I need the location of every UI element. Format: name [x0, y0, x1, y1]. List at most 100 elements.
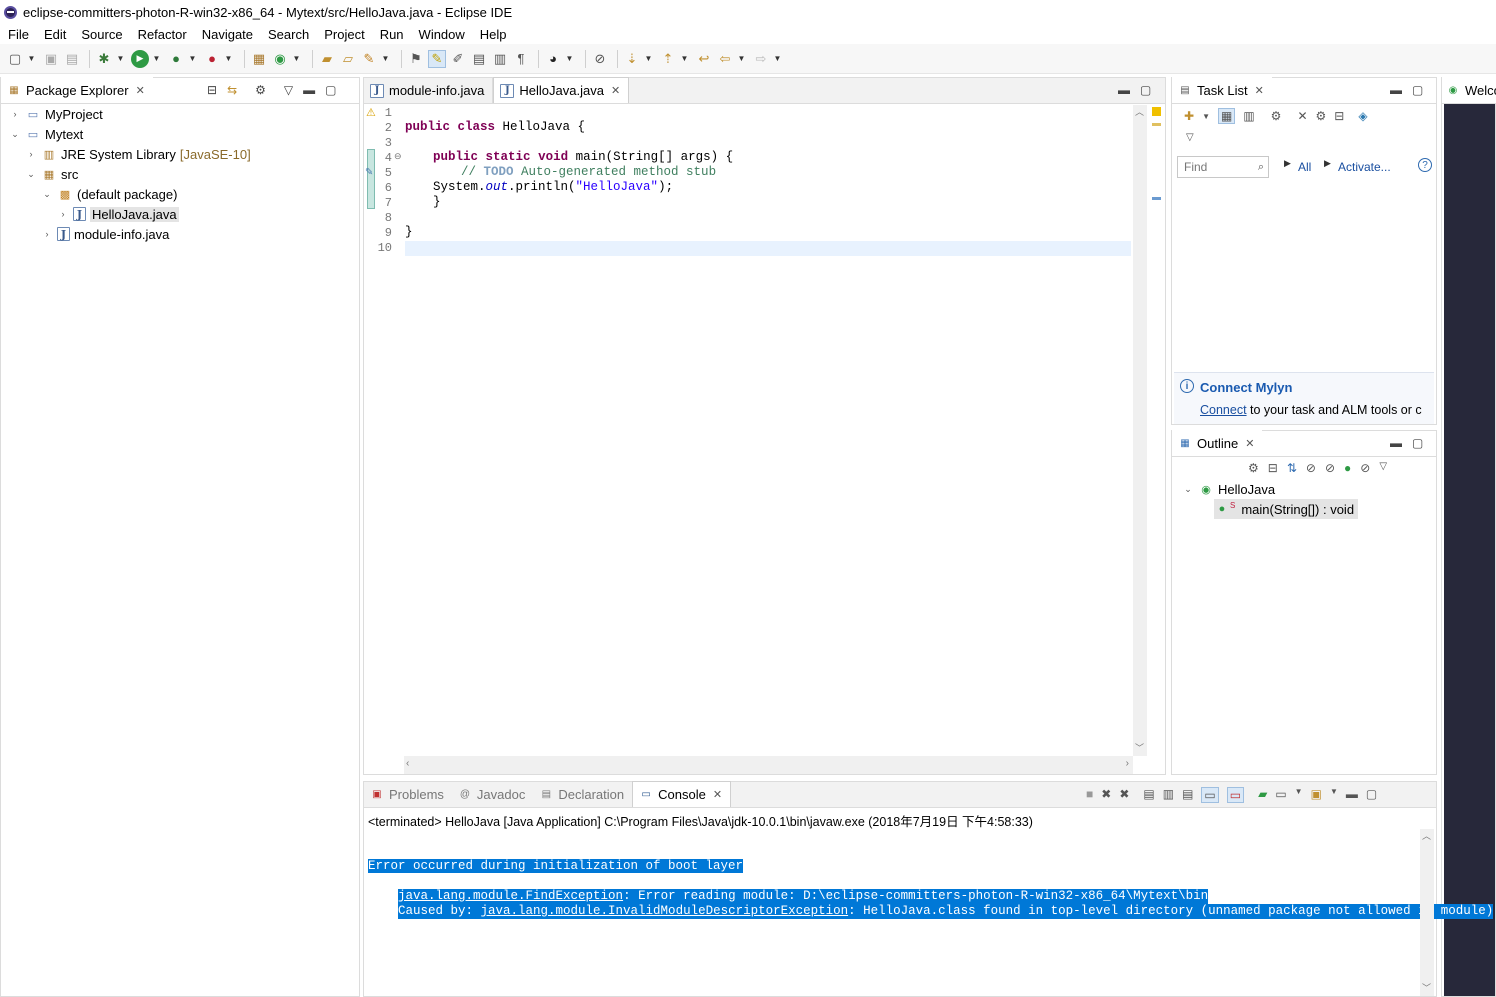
- back-dropdown-icon[interactable]: ▼: [737, 50, 746, 68]
- search-icon[interactable]: ⌕: [1258, 161, 1264, 174]
- block-selection-icon[interactable]: ✐: [449, 50, 467, 68]
- maximize-icon[interactable]: ▢: [325, 83, 336, 97]
- menu-file[interactable]: File: [8, 27, 29, 42]
- tree-item-module-info[interactable]: › J module-info.java: [41, 224, 170, 244]
- perspective-dropdown-icon[interactable]: ▼: [565, 50, 574, 68]
- find-input[interactable]: Find ⌕: [1177, 156, 1269, 178]
- next-annotation-dropdown-icon[interactable]: ▼: [644, 50, 653, 68]
- categorized-icon[interactable]: ▦: [1217, 108, 1236, 124]
- chevron-right-icon[interactable]: ›: [41, 229, 53, 239]
- perspective-icon[interactable]: ◕: [544, 50, 562, 68]
- scroll-up-icon[interactable]: ︿: [1422, 829, 1431, 842]
- forward-dropdown-icon[interactable]: ▼: [773, 50, 782, 68]
- scheduled-icon[interactable]: ▥: [1243, 109, 1254, 123]
- save-icon[interactable]: ▣: [42, 50, 60, 68]
- menu-refactor[interactable]: Refactor: [138, 27, 187, 42]
- tab-problems[interactable]: ▣ Problems: [364, 782, 452, 807]
- external-tools-dropdown-icon[interactable]: ▼: [224, 50, 233, 68]
- hide-non-public-icon[interactable]: ●: [1344, 461, 1351, 475]
- tab-outline[interactable]: ▦ Outline ✕: [1172, 430, 1263, 456]
- chevron-right-icon[interactable]: ›: [25, 149, 37, 159]
- back-icon[interactable]: ⇦: [716, 50, 734, 68]
- close-icon[interactable]: ✕: [136, 84, 145, 97]
- maximize-icon[interactable]: ▢: [1412, 83, 1423, 97]
- maximize-icon[interactable]: ▢: [1366, 787, 1377, 803]
- minimize-icon[interactable]: ▬: [1390, 436, 1402, 450]
- tree-item-src[interactable]: ⌄ ▦ src: [25, 164, 78, 184]
- connect-link[interactable]: Connect: [1200, 403, 1247, 417]
- minimize-icon[interactable]: ▬: [1346, 787, 1358, 803]
- search-dropdown-icon[interactable]: ▼: [381, 50, 390, 68]
- sort-icon[interactable]: ⇅: [1287, 461, 1297, 475]
- chevron-down-icon[interactable]: ⌄: [9, 129, 21, 140]
- activate-link[interactable]: Activate...: [1338, 160, 1391, 174]
- tree-item-jre-library[interactable]: › ▥ JRE System Library [JavaSE-10]: [25, 144, 251, 164]
- minimize-icon[interactable]: ▬: [1118, 83, 1130, 97]
- hide-local-types-icon[interactable]: ⊘: [1360, 461, 1370, 475]
- close-icon[interactable]: ✕: [611, 84, 620, 97]
- close-icon[interactable]: ✕: [713, 788, 722, 801]
- menu-help[interactable]: Help: [480, 27, 507, 42]
- tab-package-explorer[interactable]: ▦ Package Explorer ✕: [1, 77, 153, 103]
- new-task-icon[interactable]: ✚: [1184, 109, 1194, 123]
- word-wrap-icon[interactable]: ▤: [470, 50, 488, 68]
- collapse-all-icon[interactable]: ⊟: [1268, 461, 1278, 475]
- hide-static-icon[interactable]: ⊘: [1325, 461, 1335, 475]
- run-icon[interactable]: ▶: [131, 49, 149, 68]
- code-line-7[interactable]: }: [433, 195, 441, 209]
- menu-navigate[interactable]: Navigate: [202, 27, 253, 42]
- new-icon[interactable]: ▢: [6, 50, 24, 68]
- toggle-breadcrumb-icon[interactable]: ⚑: [407, 50, 425, 68]
- search-icon[interactable]: ✎: [360, 50, 378, 68]
- chevron-down-icon[interactable]: ⌄: [1182, 484, 1194, 495]
- tab-module-info[interactable]: J module-info.java: [364, 78, 494, 103]
- scroll-right-icon[interactable]: ›: [1126, 758, 1129, 769]
- code-line-5[interactable]: // TODO Auto-generated method stub: [461, 165, 716, 179]
- hide-fields-icon[interactable]: ⊘: [1306, 461, 1316, 475]
- tab-hellojava[interactable]: J HelloJava.java ✕: [493, 77, 630, 103]
- task-marker-icon[interactable]: ✎: [365, 167, 373, 178]
- maximize-icon[interactable]: ▢: [1412, 436, 1423, 450]
- outline-item-class[interactable]: ⌄ ◉ HelloJava: [1182, 479, 1275, 499]
- minimize-icon[interactable]: ▬: [303, 83, 315, 97]
- new-java-package-icon[interactable]: ▦: [250, 50, 268, 68]
- scroll-down-icon[interactable]: ﹀: [1135, 741, 1144, 754]
- display-console-dropdown-icon[interactable]: ▼: [1295, 787, 1303, 803]
- help-icon[interactable]: ?: [1418, 158, 1432, 172]
- console-output[interactable]: Error occurred during initialization of …: [368, 829, 1494, 934]
- view-menu-icon[interactable]: ▽: [1379, 461, 1387, 475]
- open-console-dropdown-icon[interactable]: ▼: [1330, 787, 1338, 803]
- invalid-descriptor-exception-link[interactable]: java.lang.module.InvalidModuleDescriptor…: [481, 904, 849, 918]
- tab-declaration[interactable]: ▤ Declaration: [533, 782, 632, 807]
- presentation-icon[interactable]: ◈: [1358, 109, 1367, 123]
- scroll-left-icon[interactable]: ‹: [406, 758, 409, 769]
- new-dropdown-icon[interactable]: ▼: [27, 50, 36, 68]
- view-menu-icon[interactable]: ▽: [1186, 132, 1194, 143]
- tree-item-hellojava[interactable]: › J HelloJava.java: [57, 204, 179, 224]
- open-console-icon[interactable]: ▣: [1311, 787, 1322, 803]
- console-vertical-scrollbar[interactable]: ︿ ﹀: [1420, 829, 1434, 996]
- close-icon[interactable]: ✕: [1255, 84, 1264, 97]
- show-on-stderr-icon[interactable]: ▭: [1226, 787, 1245, 803]
- link-with-editor-icon[interactable]: ⇆: [227, 83, 237, 97]
- tab-welcome[interactable]: ◉ Welco: [1442, 77, 1496, 103]
- focus-icon[interactable]: ⚙: [1248, 461, 1259, 475]
- occurrence-overview-marker[interactable]: [1152, 123, 1161, 126]
- debug-dropdown-icon[interactable]: ▼: [116, 50, 125, 68]
- focus-icon[interactable]: ⚙: [1316, 109, 1327, 123]
- menu-project[interactable]: Project: [324, 27, 364, 42]
- show-whitespace-icon[interactable]: ¶: [512, 50, 530, 68]
- code-line-6[interactable]: System.out.println("HelloJava");: [433, 180, 673, 194]
- code-line-2[interactable]: public class HelloJava {: [405, 120, 585, 134]
- menu-source[interactable]: Source: [81, 27, 122, 42]
- save-all-icon[interactable]: ▤: [63, 50, 81, 68]
- chevron-down-icon[interactable]: ⌄: [25, 169, 37, 180]
- task-overview-marker[interactable]: [1152, 197, 1161, 200]
- chevron-right-icon[interactable]: ›: [9, 109, 21, 119]
- collapse-all-icon[interactable]: ⊟: [207, 83, 217, 97]
- coverage-dropdown-icon[interactable]: ▼: [188, 50, 197, 68]
- remove-launch-icon[interactable]: ✖: [1101, 787, 1111, 803]
- close-icon[interactable]: ✕: [1245, 437, 1254, 450]
- synchronize-icon[interactable]: ⚙: [1271, 109, 1282, 123]
- previous-annotation-dropdown-icon[interactable]: ▼: [680, 50, 689, 68]
